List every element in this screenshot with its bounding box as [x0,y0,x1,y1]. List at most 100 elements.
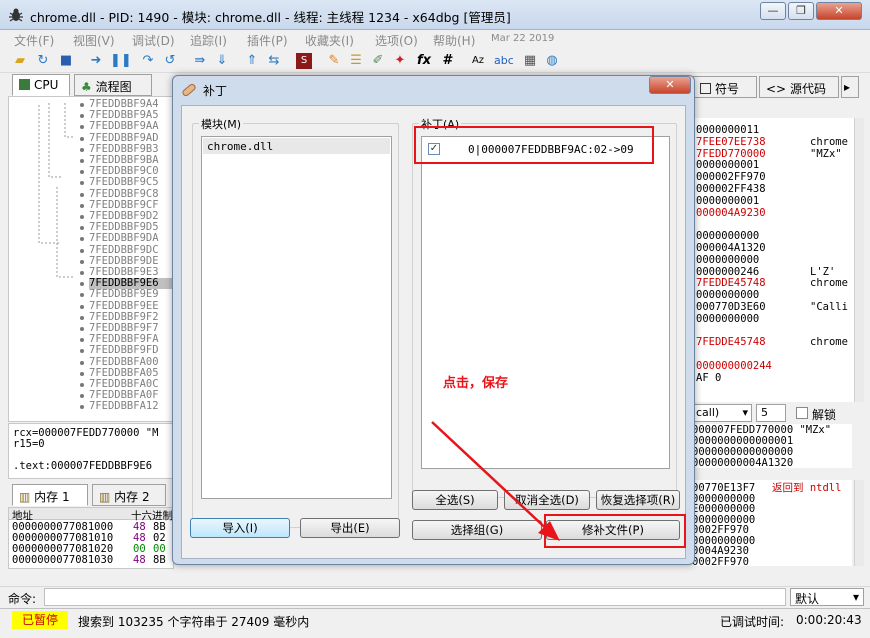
close-button[interactable]: ✕ [816,2,862,20]
tab-symbols[interactable]: 符号 [693,76,757,98]
menu-view[interactable]: 视图(V) [73,32,115,49]
execute-till-return-icon[interactable]: ⇑ [244,53,260,69]
tab-graph[interactable]: ♣ 流程图 [74,74,152,96]
stop-icon[interactable]: ■ [58,53,74,69]
register-value[interactable]: 0000000011 [696,125,759,136]
disasm-address[interactable]: 7FEDDBBF9FD [89,345,159,356]
breakpoint-dot[interactable] [80,293,84,298]
dump-byte[interactable]: 8B [153,555,166,566]
breakpoint-dot[interactable] [80,170,84,175]
stack-scrollbar[interactable] [854,480,864,566]
register-value[interactable]: 0000000000 [696,313,759,325]
breakpoint-dot[interactable] [80,259,84,264]
breakpoint-dot[interactable] [80,271,84,275]
scylla-icon[interactable]: S [296,53,312,69]
dialog-close-button[interactable]: ✕ [649,76,691,94]
restore-button[interactable]: ❐ [788,2,814,20]
breakpoint-dot[interactable] [80,215,84,219]
breakpoint-dot[interactable] [80,203,84,208]
modules-list[interactable]: chrome.dll [201,136,392,499]
breakpoint-dot[interactable] [80,237,84,242]
register-value[interactable]: 7FEE07EE738 [696,136,766,148]
disasm-address[interactable]: 7FEDDBBF9AA [89,121,159,132]
breakpoint-dot[interactable] [80,226,84,231]
register-value[interactable]: 7FEDDE45748 [696,278,766,289]
minimize-button[interactable]: — [760,2,786,20]
menu-debug[interactable]: 调试(D) [132,32,175,49]
dump-byte[interactable]: 48 [133,555,146,566]
stack-args-view[interactable]: 000007FEDD770000 "MZx" 0000000000000001 00… [692,424,852,469]
register-value[interactable]: AF 0 [696,372,721,384]
restart-icon[interactable]: ↻ [35,53,51,69]
register-value[interactable]: 0000000001 [696,160,759,171]
bookmark-icon[interactable]: ✦ [392,53,408,69]
menu-file[interactable]: 文件(F) [14,32,54,49]
disasm-address[interactable]: 7FEDDBBF9EE [89,300,159,312]
breakpoint-dot[interactable] [80,304,84,309]
breakpoint-dot[interactable] [80,371,84,376]
disasm-address[interactable]: 7FEDDBBF9C8 [89,188,159,200]
breakpoint-dot[interactable] [80,383,84,387]
module-item[interactable]: chrome.dll [203,138,390,154]
register-value[interactable]: 000004A9230 [696,207,766,219]
register-value[interactable]: 0000000001 [696,195,759,207]
breakpoint-dot[interactable] [80,405,84,410]
stack-arg-line[interactable]: 00000000004A1320 [692,458,793,469]
breakpoint-dot[interactable] [80,125,84,130]
strings-icon[interactable]: abc [494,53,514,69]
breakpoint-dot[interactable] [80,159,84,163]
register-value[interactable]: 000770D3E60 [696,302,766,313]
dump-row-address[interactable]: 0000000077081030 [12,555,113,566]
register-value[interactable]: 0000000000 [696,290,759,301]
registers-view[interactable]: 0000000011 7FEE07EE738 chrome 7FEDD770000 "M… [692,118,854,402]
arg-count-spinner[interactable]: 5 [756,404,786,422]
deselect-all-button[interactable]: 取消全选(D) [504,490,590,510]
tab-memory-2[interactable]: ▥ 内存 2 [92,484,166,506]
trace-over-icon[interactable]: ⇓ [214,53,230,69]
run-icon[interactable]: ➜ [88,53,104,69]
disasm-address[interactable]: 7FEDDBBF9AD [89,132,159,144]
select-all-button[interactable]: 全选(S) [412,490,498,510]
breakpoint-dot[interactable] [80,315,84,320]
stack-value[interactable]: 0002FF970 [692,556,749,568]
breakpoint-dot[interactable] [80,136,84,141]
function-icon[interactable]: fx [416,53,432,69]
disasm-address[interactable]: 7FEDDBBFA12 [89,401,159,412]
disasm-address[interactable]: 7FEDDBBF9C5 [89,177,159,188]
step-into-icon[interactable]: ↷ [140,53,156,69]
menu-plugins[interactable]: 插件(P) [247,32,288,49]
register-value[interactable]: 000000000244 [696,361,772,372]
breakpoint-dot[interactable] [80,338,84,343]
disasm-address[interactable]: 7FEDDBBF9E9 [89,289,159,300]
disasm-address[interactable]: 7FEDDBBF9DA [89,233,159,244]
label-icon[interactable]: ✐ [370,53,386,69]
patches-list[interactable]: ✓ 0|000007FEDDBBF9AC:02->09 [421,136,670,469]
register-value[interactable]: 0000000000 [696,231,759,242]
menu-favourites[interactable]: 收藏夹(I) [305,32,354,49]
menu-trace[interactable]: 追踪(I) [190,32,227,49]
disassembly-view[interactable]: 7FEDDBBF9A4 7FEDDBBF9A5 7FEDDBBF9AA 7FEDDBB… [8,96,175,422]
export-button[interactable]: 导出(E) [300,518,400,538]
register-value[interactable]: 7FEDDE45748 [696,337,766,348]
breakpoint-dot[interactable] [80,147,84,152]
breakpoint-dot[interactable] [80,181,84,186]
breakpoint-dot[interactable] [80,192,84,197]
command-mode-select[interactable]: 默认 ▾ [790,588,864,606]
breakpoint-dot[interactable] [80,327,84,331]
hash-icon[interactable]: # [440,53,456,69]
open-icon[interactable]: ▰ [12,53,28,69]
step-over-icon[interactable]: ↺ [162,53,178,69]
menu-help[interactable]: 帮助(H) [433,32,475,49]
command-input[interactable] [44,588,786,606]
globe-icon[interactable]: ◍ [544,53,560,69]
pause-icon[interactable]: ❚❚ [110,53,132,69]
menu-options[interactable]: 选项(O) [375,32,418,49]
disasm-address[interactable]: 7FEDDBBFA00 [89,356,159,368]
register-value[interactable]: 7FEDD770000 [696,148,766,160]
select-group-button[interactable]: 选择组(G) [412,520,542,540]
calculator-icon[interactable]: ▦ [522,53,538,69]
call-convention-select[interactable]: call) ▾ [692,404,752,422]
font-icon[interactable]: Az [470,53,486,69]
register-value[interactable]: 000002FF970 [696,172,766,183]
breakpoint-dot[interactable] [80,282,84,287]
